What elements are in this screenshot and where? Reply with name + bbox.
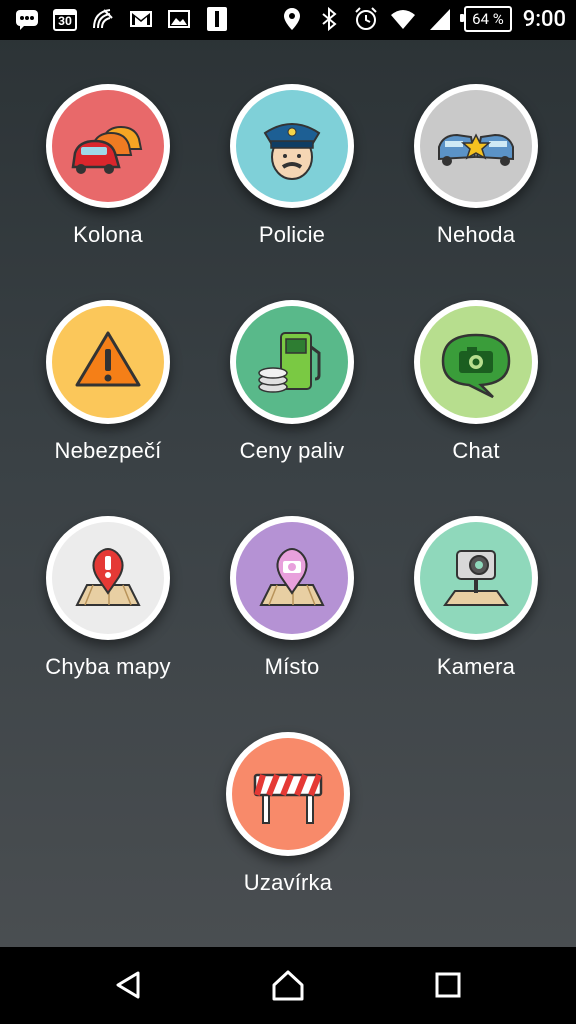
app-icon <box>204 6 230 32</box>
report-grid: Kolona Policie Nehoda Nebezpečí Ceny pal… <box>0 40 576 947</box>
report-speed-camera-circle <box>414 516 538 640</box>
report-speed-camera-button[interactable]: Kamera <box>384 516 568 680</box>
calendar-icon: 30 <box>52 6 78 32</box>
recents-button[interactable] <box>428 965 468 1005</box>
clock: 9:00 <box>522 6 566 32</box>
map-error-icon <box>52 522 164 634</box>
report-chat-button[interactable]: Chat <box>384 300 568 464</box>
report-road-closure-label: Uzavírka <box>243 870 333 895</box>
report-fuel-price-label: Ceny paliv <box>239 438 345 463</box>
navigation-bar <box>0 947 576 1024</box>
bluetooth-icon <box>316 6 342 32</box>
place-icon <box>236 522 348 634</box>
traffic-jam-icon <box>52 90 164 202</box>
home-icon <box>272 970 304 1001</box>
road-closure-icon <box>232 738 344 850</box>
report-accident-button[interactable]: Nehoda <box>384 84 568 248</box>
report-traffic-jam-circle <box>46 84 170 208</box>
report-chat-circle <box>414 300 538 424</box>
report-map-error-button[interactable]: Chyba mapy <box>16 516 200 680</box>
report-police-button[interactable]: Policie <box>200 84 384 248</box>
messages-icon <box>14 6 40 32</box>
report-accident-circle <box>414 84 538 208</box>
fuel-price-icon <box>236 306 348 418</box>
report-fuel-price-button[interactable]: Ceny paliv <box>200 300 384 464</box>
calendar-date: 30 <box>58 14 72 28</box>
report-fuel-price-circle <box>230 300 354 424</box>
wifi-icon <box>390 6 416 32</box>
gmail-icon <box>128 6 154 32</box>
report-traffic-jam-label: Kolona <box>73 222 143 247</box>
police-icon <box>236 90 348 202</box>
back-icon <box>116 971 140 999</box>
report-traffic-jam-button[interactable]: Kolona <box>16 84 200 248</box>
report-police-label: Policie <box>258 222 326 247</box>
report-map-error-circle <box>46 516 170 640</box>
report-chat-label: Chat <box>452 438 500 463</box>
report-hazard-button[interactable]: Nebezpečí <box>16 300 200 464</box>
report-map-error-label: Chyba mapy <box>45 654 171 679</box>
hazard-icon <box>52 306 164 418</box>
chat-camera-icon <box>420 306 532 418</box>
nfc-icon <box>90 6 116 32</box>
report-road-closure-button[interactable]: Uzavírka <box>196 732 380 896</box>
report-accident-label: Nehoda <box>436 222 516 247</box>
location-icon <box>279 6 305 32</box>
report-police-circle <box>230 84 354 208</box>
status-bar: 30 64 % 9:00 <box>0 0 576 40</box>
alarm-icon <box>353 6 379 32</box>
report-road-closure-circle <box>226 732 350 856</box>
report-hazard-circle <box>46 300 170 424</box>
recents-icon <box>435 972 461 998</box>
report-place-button[interactable]: Místo <box>200 516 384 680</box>
photo-icon <box>166 6 192 32</box>
report-place-circle <box>230 516 354 640</box>
speed-camera-icon <box>420 522 532 634</box>
accident-icon <box>420 90 532 202</box>
signal-icon <box>427 6 453 32</box>
report-speed-camera-label: Kamera <box>436 654 516 679</box>
report-place-label: Místo <box>264 654 320 679</box>
back-button[interactable] <box>108 965 148 1005</box>
home-button[interactable] <box>268 965 308 1005</box>
report-hazard-label: Nebezpečí <box>54 438 162 463</box>
battery-indicator: 64 % <box>460 6 512 32</box>
